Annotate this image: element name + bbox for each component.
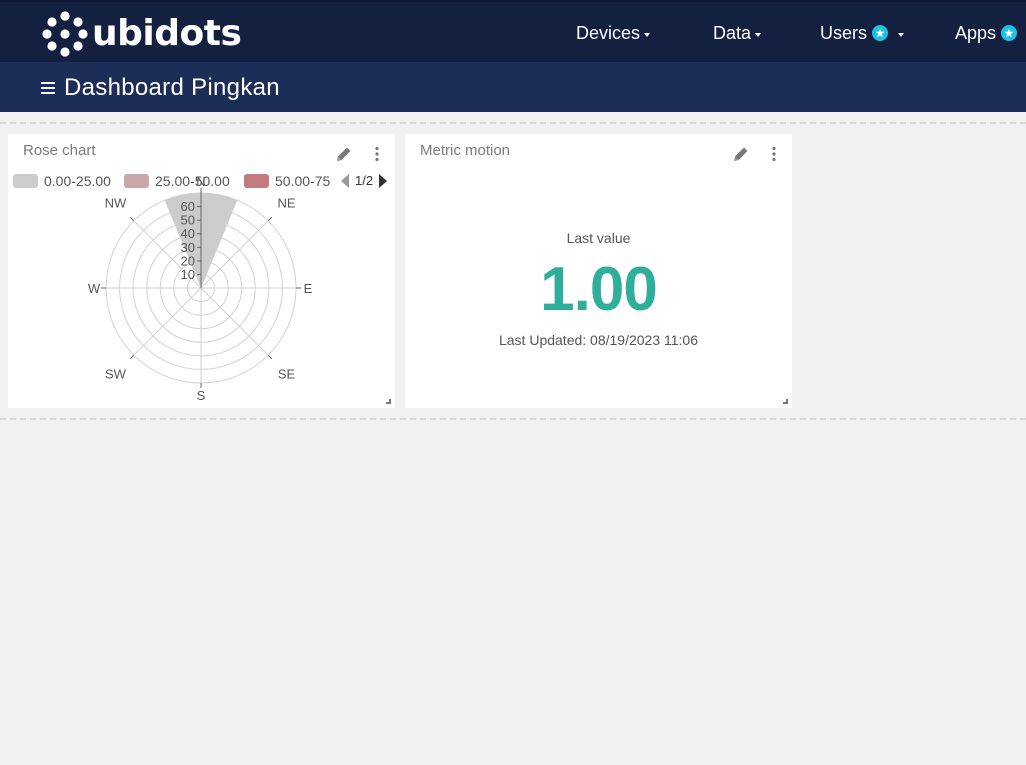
legend-swatch [244,174,269,188]
metric-value: 1.00 [540,255,658,324]
radial-tick-label: 40 [181,226,195,241]
metric-widget: Metric motion Last value 1.00 Last Updat… [405,134,792,408]
grid-divider [0,122,1026,124]
radial-tick-label: 30 [181,240,195,255]
direction-label: W [88,281,101,296]
direction-label: NE [278,195,296,210]
grid-divider [0,418,1026,420]
widget-title: Metric motion [420,142,511,159]
chevron-down-icon [898,32,905,37]
legend-page-label: 1/2 [355,173,374,188]
resize-handle[interactable] [386,399,391,404]
direction-label: E [304,281,313,296]
grid-spoke [200,287,269,356]
legend-item[interactable]: 0.00-25.00 [13,173,111,189]
angular-tick [267,216,273,222]
resize-handle[interactable] [783,399,788,404]
nav-users[interactable]: Users [820,2,905,64]
radial-tick-label: 10 [181,267,195,282]
pencil-icon[interactable] [731,144,751,164]
nav-devices-label: Devices [576,22,641,43]
rose-chart-widget: Rose chart 10 20 30 40 50 60 N NE E SE S SW W NW 0.00… [8,134,395,408]
logo-dots-icon [42,11,88,57]
chevron-down-icon [755,32,762,37]
nav-devices[interactable]: Devices [576,2,651,64]
angular-tick [267,354,273,360]
star-badge-icon [872,25,889,41]
legend-item[interactable]: 25.00-50.00 [124,173,230,189]
legend-pager: 1/2 [341,173,388,188]
nav-users-label: Users [820,22,868,43]
dashboard-title: Dashboard Pingkan [64,74,280,101]
legend-swatch [124,174,149,188]
top-navbar: ubidots Devices Data Users Apps [0,0,1026,62]
nav-data-label: Data [713,22,752,43]
arrow-right-icon[interactable] [379,173,388,188]
more-vertical-icon[interactable] [771,146,777,162]
legend-label: 25.00-50.00 [155,173,230,189]
radial-tick-label: 50 [181,213,195,228]
chevron-down-icon [644,32,651,37]
radial-tick-label: 20 [181,253,195,268]
star-badge-icon [1001,25,1018,41]
angular-tick [129,216,135,222]
nav-apps[interactable]: Apps [955,2,1018,64]
grid-spoke [133,287,202,356]
nav-apps-label: Apps [955,22,997,43]
last-updated-text: Last Updated: 08/19/2023 11:06 [498,332,698,348]
brand-name: ubidots [92,13,242,54]
nav-data[interactable]: Data [713,2,762,64]
dashboard-header: Dashboard Pingkan [0,62,1026,112]
legend-swatch [13,174,38,188]
arrow-left-icon[interactable] [341,173,349,188]
radial-tick-label: 60 [181,199,195,214]
legend-label: 0.00-25.00 [44,173,111,189]
ubidots-logo[interactable]: ubidots [42,11,242,57]
last-value-label: Last value [566,230,631,246]
angular-tick [129,354,135,360]
direction-label: SE [278,367,296,382]
hamburger-icon[interactable] [41,82,55,94]
direction-label: NW [105,195,127,210]
legend-label: 50.00-75 [275,173,331,189]
legend-item[interactable]: 50.00-75 [244,173,330,189]
direction-label: S [197,388,206,403]
direction-label: SW [105,367,127,382]
